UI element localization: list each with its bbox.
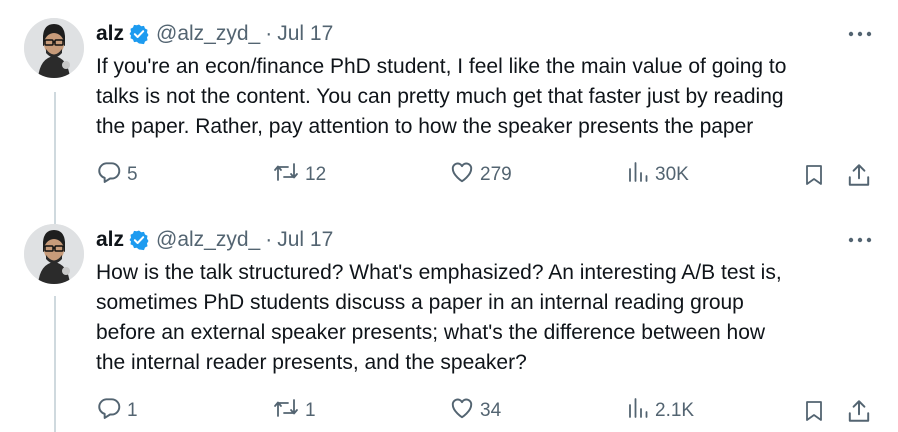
- tweet-text: How is the talk structured? What's empha…: [96, 261, 782, 374]
- bookmark-icon[interactable]: [802, 396, 826, 426]
- action-bar: 1 1 34 2.1K: [0, 396, 898, 426]
- repost-button[interactable]: 1: [272, 396, 316, 426]
- verified-badge-icon[interactable]: [128, 23, 150, 45]
- timestamp[interactable]: Jul 17: [277, 22, 333, 46]
- handle[interactable]: @alz_zyd_: [156, 22, 260, 46]
- reply-icon: [96, 159, 122, 191]
- views-icon: [626, 159, 650, 191]
- reply-icon: [96, 395, 122, 427]
- tweet-header: alz @alz_zyd_ · Jul 17: [96, 20, 333, 48]
- separator-dot: ·: [265, 22, 273, 45]
- handle[interactable]: @alz_zyd_: [156, 228, 260, 252]
- display-name[interactable]: alz: [96, 228, 124, 252]
- more-icon[interactable]: [846, 24, 874, 44]
- share-icon[interactable]: [846, 160, 872, 190]
- reply-button[interactable]: 1: [96, 396, 138, 426]
- repost-icon: [272, 395, 300, 427]
- tweet-text: If you're an econ/finance PhD student, I…: [96, 55, 787, 138]
- display-name[interactable]: alz: [96, 22, 124, 46]
- views-icon: [626, 395, 650, 427]
- reply-count: 5: [127, 164, 138, 185]
- like-button[interactable]: 279: [449, 160, 512, 190]
- views-button[interactable]: 2.1K: [626, 396, 694, 426]
- like-count: 279: [480, 164, 512, 185]
- tweet[interactable]: alz @alz_zyd_ · Jul 17 If you're an econ…: [0, 0, 898, 210]
- repost-count: 1: [305, 400, 316, 421]
- separator-dot: ·: [265, 228, 273, 251]
- like-count: 34: [480, 400, 502, 421]
- like-icon: [449, 159, 475, 191]
- avatar[interactable]: [24, 224, 84, 284]
- share-icon[interactable]: [846, 396, 872, 426]
- repost-button[interactable]: 12: [272, 160, 326, 190]
- view-count: 2.1K: [655, 400, 695, 421]
- views-button[interactable]: 30K: [626, 160, 689, 190]
- reply-count: 1: [127, 400, 138, 421]
- more-icon[interactable]: [846, 230, 874, 250]
- bookmark-icon[interactable]: [802, 160, 826, 190]
- timestamp[interactable]: Jul 17: [277, 228, 333, 252]
- like-button[interactable]: 34: [449, 396, 501, 426]
- like-icon: [449, 395, 475, 427]
- action-bar: 5 12 279 30K: [0, 160, 898, 190]
- tweet-header: alz @alz_zyd_ · Jul 17: [96, 226, 333, 254]
- reply-button[interactable]: 5: [96, 160, 138, 190]
- verified-badge-icon[interactable]: [128, 229, 150, 251]
- repost-icon: [272, 159, 300, 191]
- avatar[interactable]: [24, 18, 84, 78]
- tweet[interactable]: alz @alz_zyd_ · Jul 17 How is the talk s…: [0, 210, 898, 432]
- repost-count: 12: [305, 164, 327, 185]
- view-count: 30K: [655, 164, 689, 185]
